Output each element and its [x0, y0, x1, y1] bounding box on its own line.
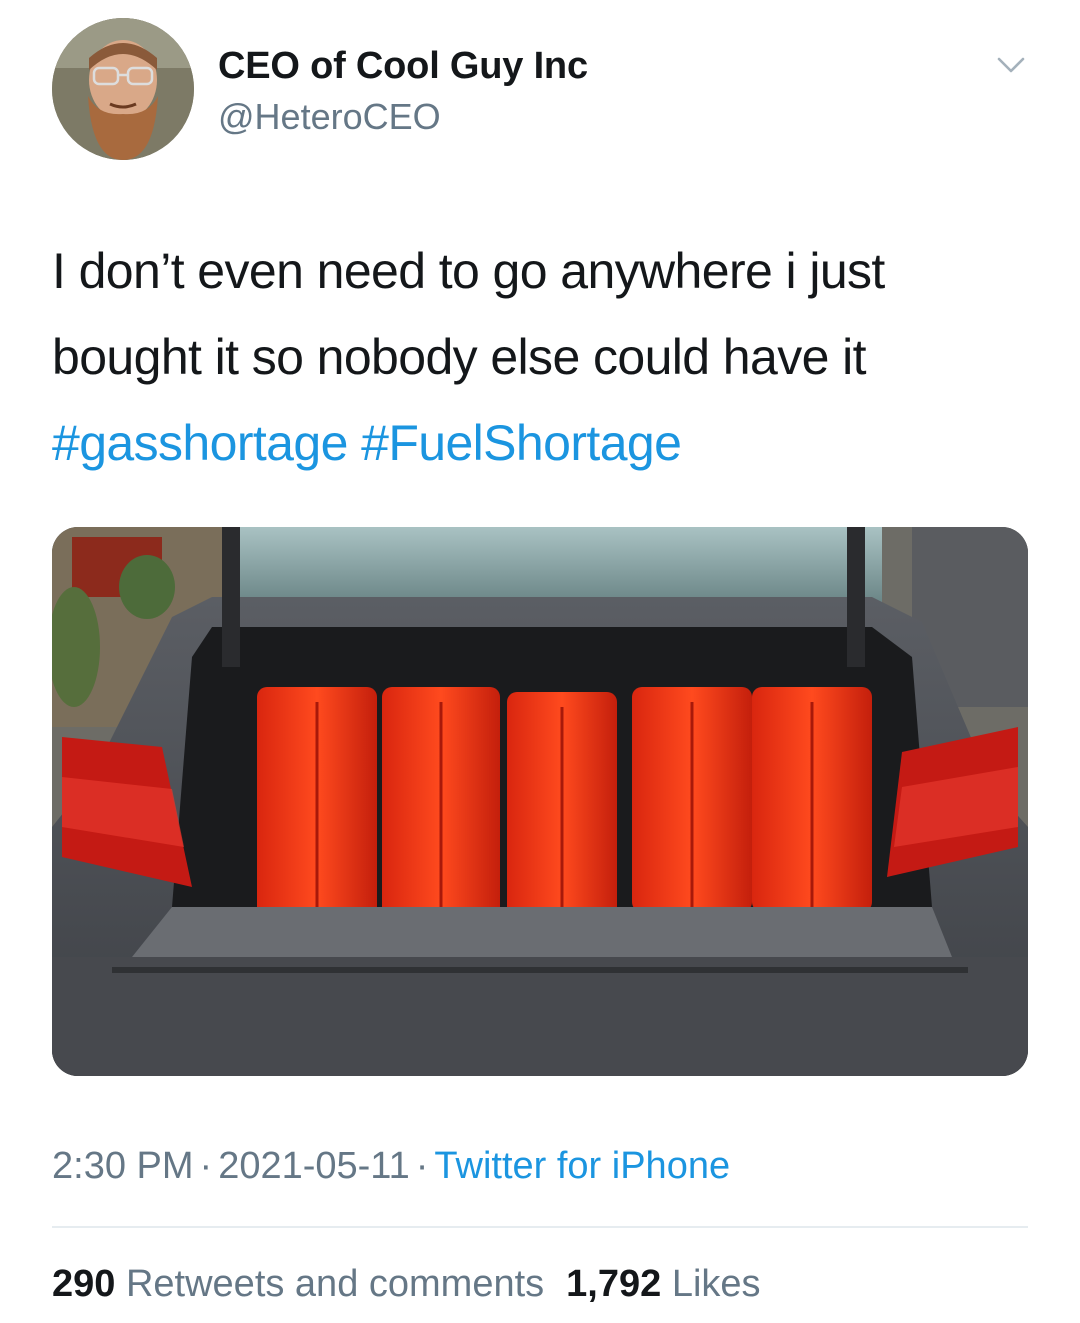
tweet-meta: 2:30 PM · 2021-05-11 · Twitter for iPhone — [52, 1142, 730, 1190]
tweet-header: CEO of Cool Guy Inc @HeteroCEO — [52, 18, 1032, 160]
retweets-count: 290 — [52, 1263, 116, 1305]
tweet-text-line: I don’t even need to go anywhere i just — [52, 243, 885, 299]
hashtag-link[interactable]: #gasshortage — [52, 415, 348, 471]
author-display-name[interactable]: CEO of Cool Guy Inc — [218, 44, 588, 88]
divider — [52, 1226, 1028, 1228]
tweet-date[interactable]: 2021-05-11 — [218, 1145, 410, 1187]
chevron-down-icon[interactable] — [994, 48, 1028, 82]
hashtag-list: #gasshortage #FuelShortage — [52, 400, 1022, 486]
likes-count: 1,792 — [566, 1263, 662, 1305]
tweet-time[interactable]: 2:30 PM — [52, 1145, 194, 1187]
hashtag-link[interactable]: #FuelShortage — [361, 415, 682, 471]
meta-separator: · — [199, 1145, 213, 1187]
jerry-cans — [257, 687, 872, 922]
author-handle[interactable]: @HeteroCEO — [218, 94, 588, 140]
meta-separator: · — [415, 1145, 429, 1187]
avatar-photo — [52, 18, 194, 160]
tweet-media-image[interactable] — [52, 527, 1028, 1076]
retweets-label: Retweets and comments — [125, 1263, 545, 1305]
author-info: CEO of Cool Guy Inc @HeteroCEO — [218, 44, 588, 140]
car-trunk-photo — [52, 527, 1028, 1076]
likes-label: Likes — [671, 1263, 761, 1305]
avatar[interactable] — [52, 18, 194, 160]
retweets-stat[interactable]: 290 Retweets and comments — [52, 1263, 544, 1305]
tweet-stats: 290 Retweets and comments 1,792 Likes — [52, 1258, 761, 1310]
tweet-source-link[interactable]: Twitter for iPhone — [434, 1145, 730, 1187]
tweet-text: I don’t even need to go anywhere i just … — [52, 228, 1022, 486]
likes-stat[interactable]: 1,792 Likes — [566, 1263, 760, 1305]
tweet-text-line: bought it so nobody else could have it — [52, 329, 867, 385]
